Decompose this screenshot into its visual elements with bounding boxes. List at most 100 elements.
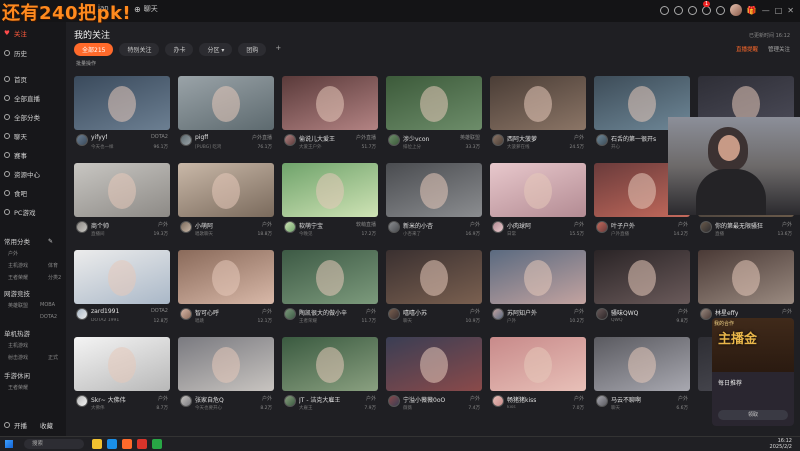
- stream-card[interactable]: 小萌阿 户外 唱歌聊天 18.8万: [178, 163, 274, 245]
- stream-thumbnail[interactable]: [282, 76, 378, 130]
- streamer-name[interactable]: 石舌的第一很开s: [611, 134, 656, 143]
- sidebar-item-home[interactable]: 首页: [4, 74, 27, 84]
- stream-thumbnail[interactable]: [178, 76, 274, 130]
- streamer-name[interactable]: 商个帅: [91, 221, 109, 230]
- stream-card[interactable]: 苏阿知户外 户外 户外 10.2万: [490, 250, 586, 332]
- streamer-avatar[interactable]: [76, 395, 88, 407]
- streamer-avatar[interactable]: [596, 308, 608, 320]
- maximize-icon[interactable]: □: [775, 6, 783, 15]
- streamer-name[interactable]: 偷说儿大爱王: [299, 134, 335, 143]
- stream-thumbnail[interactable]: [178, 250, 274, 304]
- streamer-avatar[interactable]: [180, 221, 192, 233]
- stream-card[interactable]: 马云不聊啊 户外 聊天 6.6万: [594, 337, 690, 419]
- streamer-name[interactable]: 苏阿知户外: [507, 308, 537, 317]
- streamer-name[interactable]: 骚味QWQ: [611, 308, 638, 317]
- filter-chip-all[interactable]: 全部215: [74, 43, 114, 56]
- app-icon[interactable]: [152, 439, 162, 449]
- streamer-name[interactable]: 西阿大菠萝: [507, 134, 537, 143]
- stream-card[interactable]: 新米的小杏 户外 小杏来了 16.9万: [386, 163, 482, 245]
- streamer-avatar[interactable]: [284, 395, 296, 407]
- streamer-avatar[interactable]: [284, 308, 296, 320]
- stream-thumbnail[interactable]: [282, 163, 378, 217]
- stream-thumbnail[interactable]: [386, 337, 482, 391]
- sidebar-subitem[interactable]: 主机游戏: [8, 262, 28, 269]
- streamer-name[interactable]: 你的第最无限骚狂: [715, 221, 763, 230]
- streamer-avatar[interactable]: [700, 221, 712, 233]
- add-filter-button[interactable]: +: [272, 43, 284, 56]
- streamer-avatar[interactable]: [180, 395, 192, 407]
- sidebar-subitem[interactable]: 王者荣耀: [8, 274, 28, 281]
- stream-card[interactable]: 嘻嘻小苏 户外 聊天 10.9万: [386, 250, 482, 332]
- edit-icon[interactable]: ✎: [48, 238, 53, 245]
- streamer-name[interactable]: 小萌阿: [195, 221, 213, 230]
- sidebar-section-common[interactable]: 常用分类 ✎: [4, 236, 53, 247]
- streamer-avatar[interactable]: [76, 134, 88, 146]
- stream-thumbnail[interactable]: [594, 250, 690, 304]
- filter-chip-special[interactable]: 特别关注: [119, 43, 160, 56]
- app-icon[interactable]: [137, 439, 147, 449]
- streamer-name[interactable]: 涉少vcon: [403, 134, 429, 143]
- stream-thumbnail[interactable]: [74, 76, 170, 130]
- streamer-name[interactable]: zard1991: [91, 308, 119, 315]
- stream-card[interactable]: 西阿大菠萝 户外 大菠萝在线 24.5万: [490, 76, 586, 158]
- clock-icon[interactable]: [659, 5, 669, 15]
- stream-card[interactable]: 骚味QWQ 户外 QWQ 9.8万: [594, 250, 690, 332]
- sidebar-item-categories[interactable]: 全部分类: [4, 112, 40, 122]
- streamer-name[interactable]: 嘻嘻小苏: [403, 308, 427, 317]
- streamer-avatar[interactable]: [180, 308, 192, 320]
- streamer-avatar[interactable]: [700, 308, 712, 320]
- streamer-name[interactable]: Skr~ 大佛伟: [91, 395, 126, 404]
- minimize-icon[interactable]: —: [762, 6, 770, 15]
- sidebar-subitem[interactable]: DOTA2: [40, 314, 57, 320]
- sidebar-subitem[interactable]: 王者荣耀: [8, 384, 28, 391]
- filter-chip-group[interactable]: 团购: [238, 43, 267, 56]
- windows-start-icon[interactable]: [5, 440, 13, 448]
- sidebar-item-mobile[interactable]: 食吧: [4, 188, 27, 198]
- streamer-name[interactable]: 林星effy: [715, 308, 738, 317]
- streamer-avatar[interactable]: [388, 134, 400, 146]
- stream-card[interactable]: 偷说儿大爱王 户外直播 大爱王户外 51.7万: [282, 76, 378, 158]
- sidebar-subitem[interactable]: 分类2: [48, 274, 61, 281]
- stream-thumbnail[interactable]: [282, 337, 378, 391]
- sidebar-item-history[interactable]: 历史: [4, 48, 27, 58]
- gift-icon[interactable]: 🎁: [747, 6, 757, 15]
- promo-popup[interactable]: 我的合作 主播金 每日推荐 领取: [712, 318, 794, 426]
- live-reminder-link[interactable]: 直播提醒: [736, 45, 758, 53]
- stream-card[interactable]: 涉少vcon 英雄联盟 排位上分 33.3万: [386, 76, 482, 158]
- streamer-avatar[interactable]: [76, 308, 88, 320]
- stream-thumbnail[interactable]: [74, 337, 170, 391]
- stream-card[interactable]: yifyyf DOTA2 今天也一样 96.1万: [74, 76, 170, 158]
- bulk-action-button[interactable]: 批量操作: [76, 60, 96, 67]
- filter-chip-section[interactable]: 分区 ▾: [199, 43, 233, 56]
- sidebar-subitem[interactable]: 射击游戏: [8, 354, 28, 361]
- streamer-avatar[interactable]: [596, 134, 608, 146]
- sidebar-subitem[interactable]: 正式: [48, 354, 58, 361]
- app-icon[interactable]: [122, 439, 132, 449]
- stream-card[interactable]: pigff 户外直播 [PUBG] 吃鸡 76.1万: [178, 76, 274, 158]
- sidebar-item-follow[interactable]: ♥ 关注: [4, 28, 27, 38]
- stream-card[interactable]: JT - 洁克大雇王 户外 大雇王 7.9万: [282, 337, 378, 419]
- folder-icon[interactable]: [92, 439, 102, 449]
- streamer-name[interactable]: pigff: [195, 134, 208, 141]
- streamer-name[interactable]: 马云不聊啊: [611, 395, 641, 404]
- chat-tab[interactable]: ⊕ 聊天: [134, 4, 158, 14]
- streamer-name[interactable]: yifyyf: [91, 134, 107, 141]
- close-icon[interactable]: ✕: [787, 6, 794, 15]
- sidebar-subitem[interactable]: MOBA: [40, 302, 55, 308]
- stream-thumbnail[interactable]: [698, 250, 794, 304]
- edge-icon[interactable]: [107, 439, 117, 449]
- settings-icon[interactable]: [715, 5, 725, 15]
- user-avatar[interactable]: [729, 4, 742, 16]
- streamer-avatar[interactable]: [492, 308, 504, 320]
- stream-card[interactable]: Skr~ 大佛伟 户外 大佛伟 8.7万: [74, 337, 170, 419]
- streamer-avatar[interactable]: [180, 134, 192, 146]
- promo-claim-button[interactable]: 领取: [718, 410, 788, 420]
- sidebar-subitem[interactable]: 体育: [48, 262, 58, 269]
- stream-card[interactable]: 商个帅 户外 直播间 19.3万: [74, 163, 170, 245]
- stream-thumbnail[interactable]: [490, 250, 586, 304]
- stream-card[interactable]: 畅猪猪kiss 户外 kiss 7.0万: [490, 337, 586, 419]
- streamer-name[interactable]: 宁溢小薇薇0oO: [403, 395, 445, 404]
- streamer-name[interactable]: JT - 洁克大雇王: [299, 395, 340, 404]
- stream-card[interactable]: 陶凯很大的做小辛 户外 王者荣耀 11.7万: [282, 250, 378, 332]
- stream-card[interactable]: 智可心呼 户外 唱跳 12.1万: [178, 250, 274, 332]
